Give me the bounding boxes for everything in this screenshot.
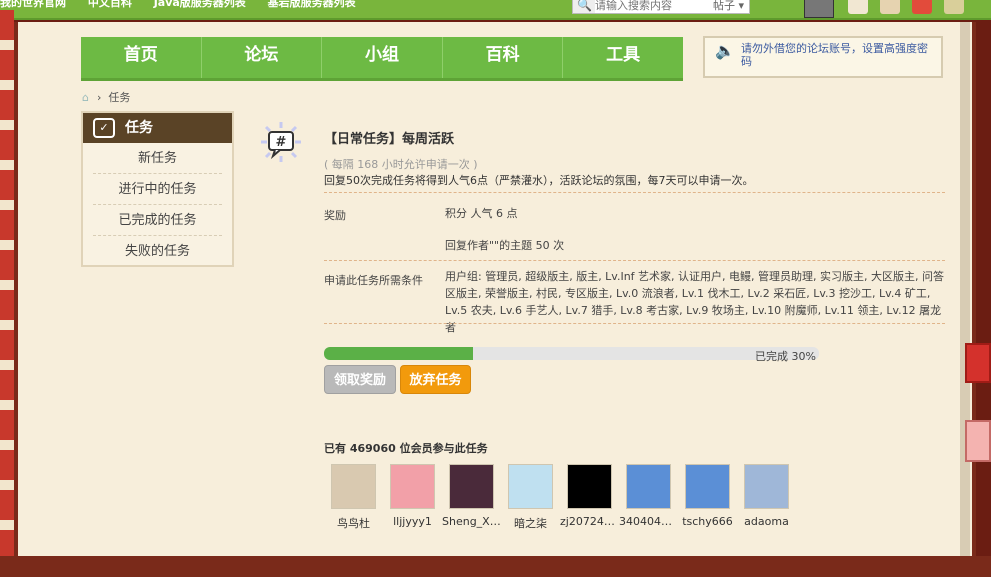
member-avatar[interactable] [744,464,789,509]
member-avatar[interactable] [567,464,612,509]
task-list-icon: ✓ [93,118,115,138]
top-link-official[interactable]: 我的世界官网 [0,0,66,9]
member-name[interactable]: 3404045957 [619,515,678,528]
content-frame: 首页 论坛 小组 百科 工具 🔈 请勿外借您的论坛账号，设置高强度密码 ⌂ › 任… [14,22,976,567]
member-name[interactable]: zj2072451... [560,515,619,528]
member-item[interactable]: tschy666 [678,464,737,531]
search-box: 🔍 帖子 ▾ [572,0,750,14]
top-link-wiki[interactable]: 中文百科 [88,0,132,9]
condition-value: 用户组: 管理员, 超级版主, 版主, Lv.Inf 艺术家, 认证用户, 电鳗… [445,270,945,334]
side-tab-pink[interactable] [965,420,991,462]
member-name[interactable]: adaoma [737,515,796,528]
top-bar: 我的世界官网 中文百科 Java版服务器列表 基岩版服务器列表 🔍 帖子 ▾ [0,0,991,20]
member-avatar[interactable] [626,464,671,509]
notification-icon[interactable] [912,0,932,14]
member-avatar[interactable] [685,464,730,509]
speaker-icon: 🔈 [715,41,735,60]
task-progress-bar [324,347,819,360]
nav-forum[interactable]: 论坛 [202,37,323,78]
left-border-decoration [0,10,14,570]
sidebar-header: ✓ 任务 [83,113,232,143]
condition-row: 申请此任务所需条件 用户组: 管理员, 超级版主, 版主, Lv.Inf 艺术家… [324,260,945,334]
task-title: 【日常任务】每周活跃 [324,132,455,147]
right-page-edge [960,22,970,562]
home-icon[interactable]: ⌂ [82,91,89,104]
member-item[interactable]: 3404045957 [619,464,678,531]
member-avatar[interactable] [508,464,553,509]
condition-row-bottom-divider [324,323,945,324]
task-hash-icon: # [261,122,301,162]
nav-home[interactable]: 首页 [81,37,202,78]
messages-icon[interactable] [880,0,900,14]
breadcrumb-current: 任务 [108,91,131,104]
abandon-task-button[interactable]: 放弃任务 [400,365,471,394]
participants-summary: 已有 469060 位会员参与此任务 [324,442,488,455]
sidebar-item-new[interactable]: 新任务 [93,143,222,174]
top-link-java-servers[interactable]: Java版服务器列表 [154,0,246,9]
member-avatar[interactable] [449,464,494,509]
breadcrumb: ⌂ › 任务 [82,89,130,105]
main-nav: 首页 论坛 小组 百科 工具 [81,37,683,81]
task-interval: ( 每隔 168 小时允许申请一次 ) [324,158,478,171]
settings-icon[interactable] [944,0,964,14]
user-avatar[interactable] [804,0,834,18]
member-name[interactable]: Sheng_Xia... [442,515,501,528]
top-icon-group [848,0,964,14]
search-icon[interactable]: 🔍 [577,0,592,12]
member-name[interactable]: 暗之柒 [501,515,560,531]
member-avatar[interactable] [390,464,435,509]
claim-reward-button[interactable]: 领取奖励 [324,365,396,394]
svg-text:#: # [276,135,287,150]
security-notice[interactable]: 🔈 请勿外借您的论坛账号，设置高强度密码 [703,36,943,78]
requirement-value: 回复作者""的主题 50 次 [445,239,565,252]
search-input[interactable] [595,0,715,13]
task-description: 回复50次完成任务将得到人气6点（严禁灌水），活跃论坛的氛围，每7天可以申请一次… [324,174,754,187]
member-avatar[interactable] [331,464,376,509]
top-links: 我的世界官网 中文百科 Java版服务器列表 基岩版服务器列表 [0,0,374,10]
condition-label: 申请此任务所需条件 [324,274,423,287]
progress-text: 已完成 30% [755,350,816,363]
nav-groups[interactable]: 小组 [322,37,443,78]
friends-icon[interactable] [848,0,868,14]
member-item[interactable]: 暗之柒 [501,464,560,531]
requirement-row: 回复作者""的主题 50 次 [324,230,945,260]
side-tab-red[interactable] [965,343,991,383]
bottom-border [0,556,991,577]
reward-row: 奖励 积分 人气 6 点 [324,192,945,230]
member-item[interactable]: lljjyyy1 [383,464,442,531]
progress-fill [324,347,473,360]
top-link-bedrock-servers[interactable]: 基岩版服务器列表 [268,0,356,9]
member-name[interactable]: tschy666 [678,515,737,528]
member-list: 鸟鸟杜lljjyyy1Sheng_Xia...暗之柒zj2072451...34… [324,464,796,531]
member-name[interactable]: lljjyyy1 [383,515,442,528]
member-item[interactable]: Sheng_Xia... [442,464,501,531]
member-name[interactable]: 鸟鸟杜 [324,515,383,531]
sidebar-item-completed[interactable]: 已完成的任务 [93,205,222,236]
sidebar-item-in-progress[interactable]: 进行中的任务 [93,174,222,205]
reward-value: 积分 人气 6 点 [445,207,518,220]
nav-tools[interactable]: 工具 [563,37,683,78]
sidebar-item-failed[interactable]: 失败的任务 [93,236,222,267]
sidebar-title: 任务 [125,120,153,136]
member-item[interactable]: zj2072451... [560,464,619,531]
member-item[interactable]: adaoma [737,464,796,531]
reward-label: 奖励 [324,209,346,222]
task-sidebar: ✓ 任务 新任务 进行中的任务 已完成的任务 失败的任务 [81,111,234,267]
search-type-select[interactable]: 帖子 ▾ [709,0,749,13]
search-type-value: 帖子 [713,0,735,12]
notice-text: 请勿外借您的论坛账号，设置高强度密码 [741,42,928,68]
member-item[interactable]: 鸟鸟杜 [324,464,383,531]
breadcrumb-separator: › [96,91,109,104]
nav-wiki[interactable]: 百科 [443,37,564,78]
